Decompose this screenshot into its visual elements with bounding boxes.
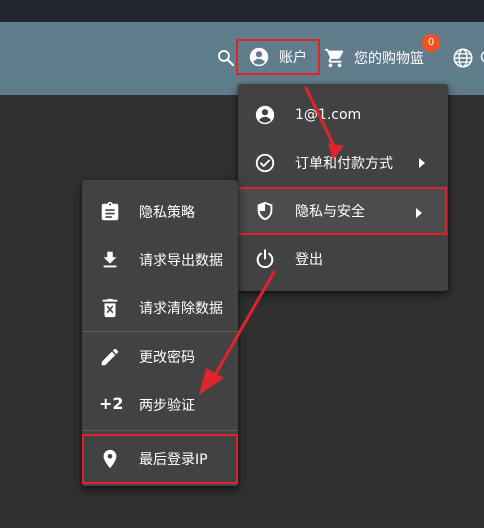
search-icon[interactable] xyxy=(216,48,236,68)
menu-item-two-step[interactable]: +2 两步验证 xyxy=(82,381,238,429)
delete-icon xyxy=(102,298,118,318)
menu-divider xyxy=(82,430,238,431)
check-circle-icon xyxy=(255,153,275,173)
shopping-cart-icon xyxy=(324,48,344,68)
menu-item-label: 最后登录IP xyxy=(139,452,208,468)
cart-count-badge: 0 xyxy=(422,34,440,52)
chevron-right-icon xyxy=(416,208,422,218)
cart-button[interactable]: 您的购物篮 xyxy=(324,43,424,73)
menu-item-label: 登出 xyxy=(295,252,323,268)
account-menu: 1@1.com 订单和付款方式 隐私与安全 登出 xyxy=(236,84,448,291)
menu-item-label: 隐私策略 xyxy=(139,205,195,221)
globe-icon xyxy=(453,48,473,68)
menu-item-privacy-security[interactable]: 隐私与安全 xyxy=(236,187,447,235)
menu-item-request-delete[interactable]: 请求清除数据 xyxy=(82,284,238,332)
menu-item-privacy-policy[interactable]: 隐私策略 xyxy=(82,188,238,236)
pencil-icon xyxy=(101,348,119,366)
chevron-right-icon xyxy=(419,158,425,168)
privacy-submenu: 隐私策略 请求导出数据 请求清除数据 更改密码 +2 两步验证 最后登录IP xyxy=(82,180,238,486)
location-pin-icon xyxy=(103,449,117,469)
menu-item-last-login-ip[interactable]: 最后登录IP xyxy=(82,434,238,484)
cart-label: 您的购物篮 xyxy=(354,51,424,67)
shield-icon xyxy=(257,201,273,221)
account-circle-icon xyxy=(249,47,269,67)
menu-item-orders-payment[interactable]: 订单和付款方式 xyxy=(238,139,448,187)
menu-item-label: 1@1.com xyxy=(295,107,362,123)
menu-item-label: 隐私与安全 xyxy=(295,204,365,220)
download-icon xyxy=(103,251,117,268)
menu-item-request-export[interactable]: 请求导出数据 xyxy=(82,236,238,284)
clipboard-icon xyxy=(101,201,119,221)
menu-item-label: 订单和付款方式 xyxy=(295,156,393,172)
language-button[interactable]: C xyxy=(452,47,484,69)
two-step-badge-icon: +2 xyxy=(99,394,124,413)
menu-item-label: 两步验证 xyxy=(139,398,195,414)
menu-item-email[interactable]: 1@1.com xyxy=(238,91,448,139)
power-icon xyxy=(256,249,274,269)
account-button[interactable]: 账户 xyxy=(236,39,320,75)
app-page: 账户 您的购物篮 0 C 1@1.com xyxy=(0,0,484,528)
menu-item-logout[interactable]: 登出 xyxy=(238,235,448,283)
top-strip xyxy=(0,0,484,22)
menu-divider xyxy=(82,331,238,332)
menu-item-label: 请求导出数据 xyxy=(139,253,223,269)
language-label: C xyxy=(480,50,484,66)
menu-item-change-password[interactable]: 更改密码 xyxy=(82,333,238,381)
menu-item-label: 更改密码 xyxy=(139,350,195,366)
account-label: 账户 xyxy=(279,50,307,66)
menu-item-label: 请求清除数据 xyxy=(139,301,223,317)
account-circle-icon xyxy=(255,105,275,125)
